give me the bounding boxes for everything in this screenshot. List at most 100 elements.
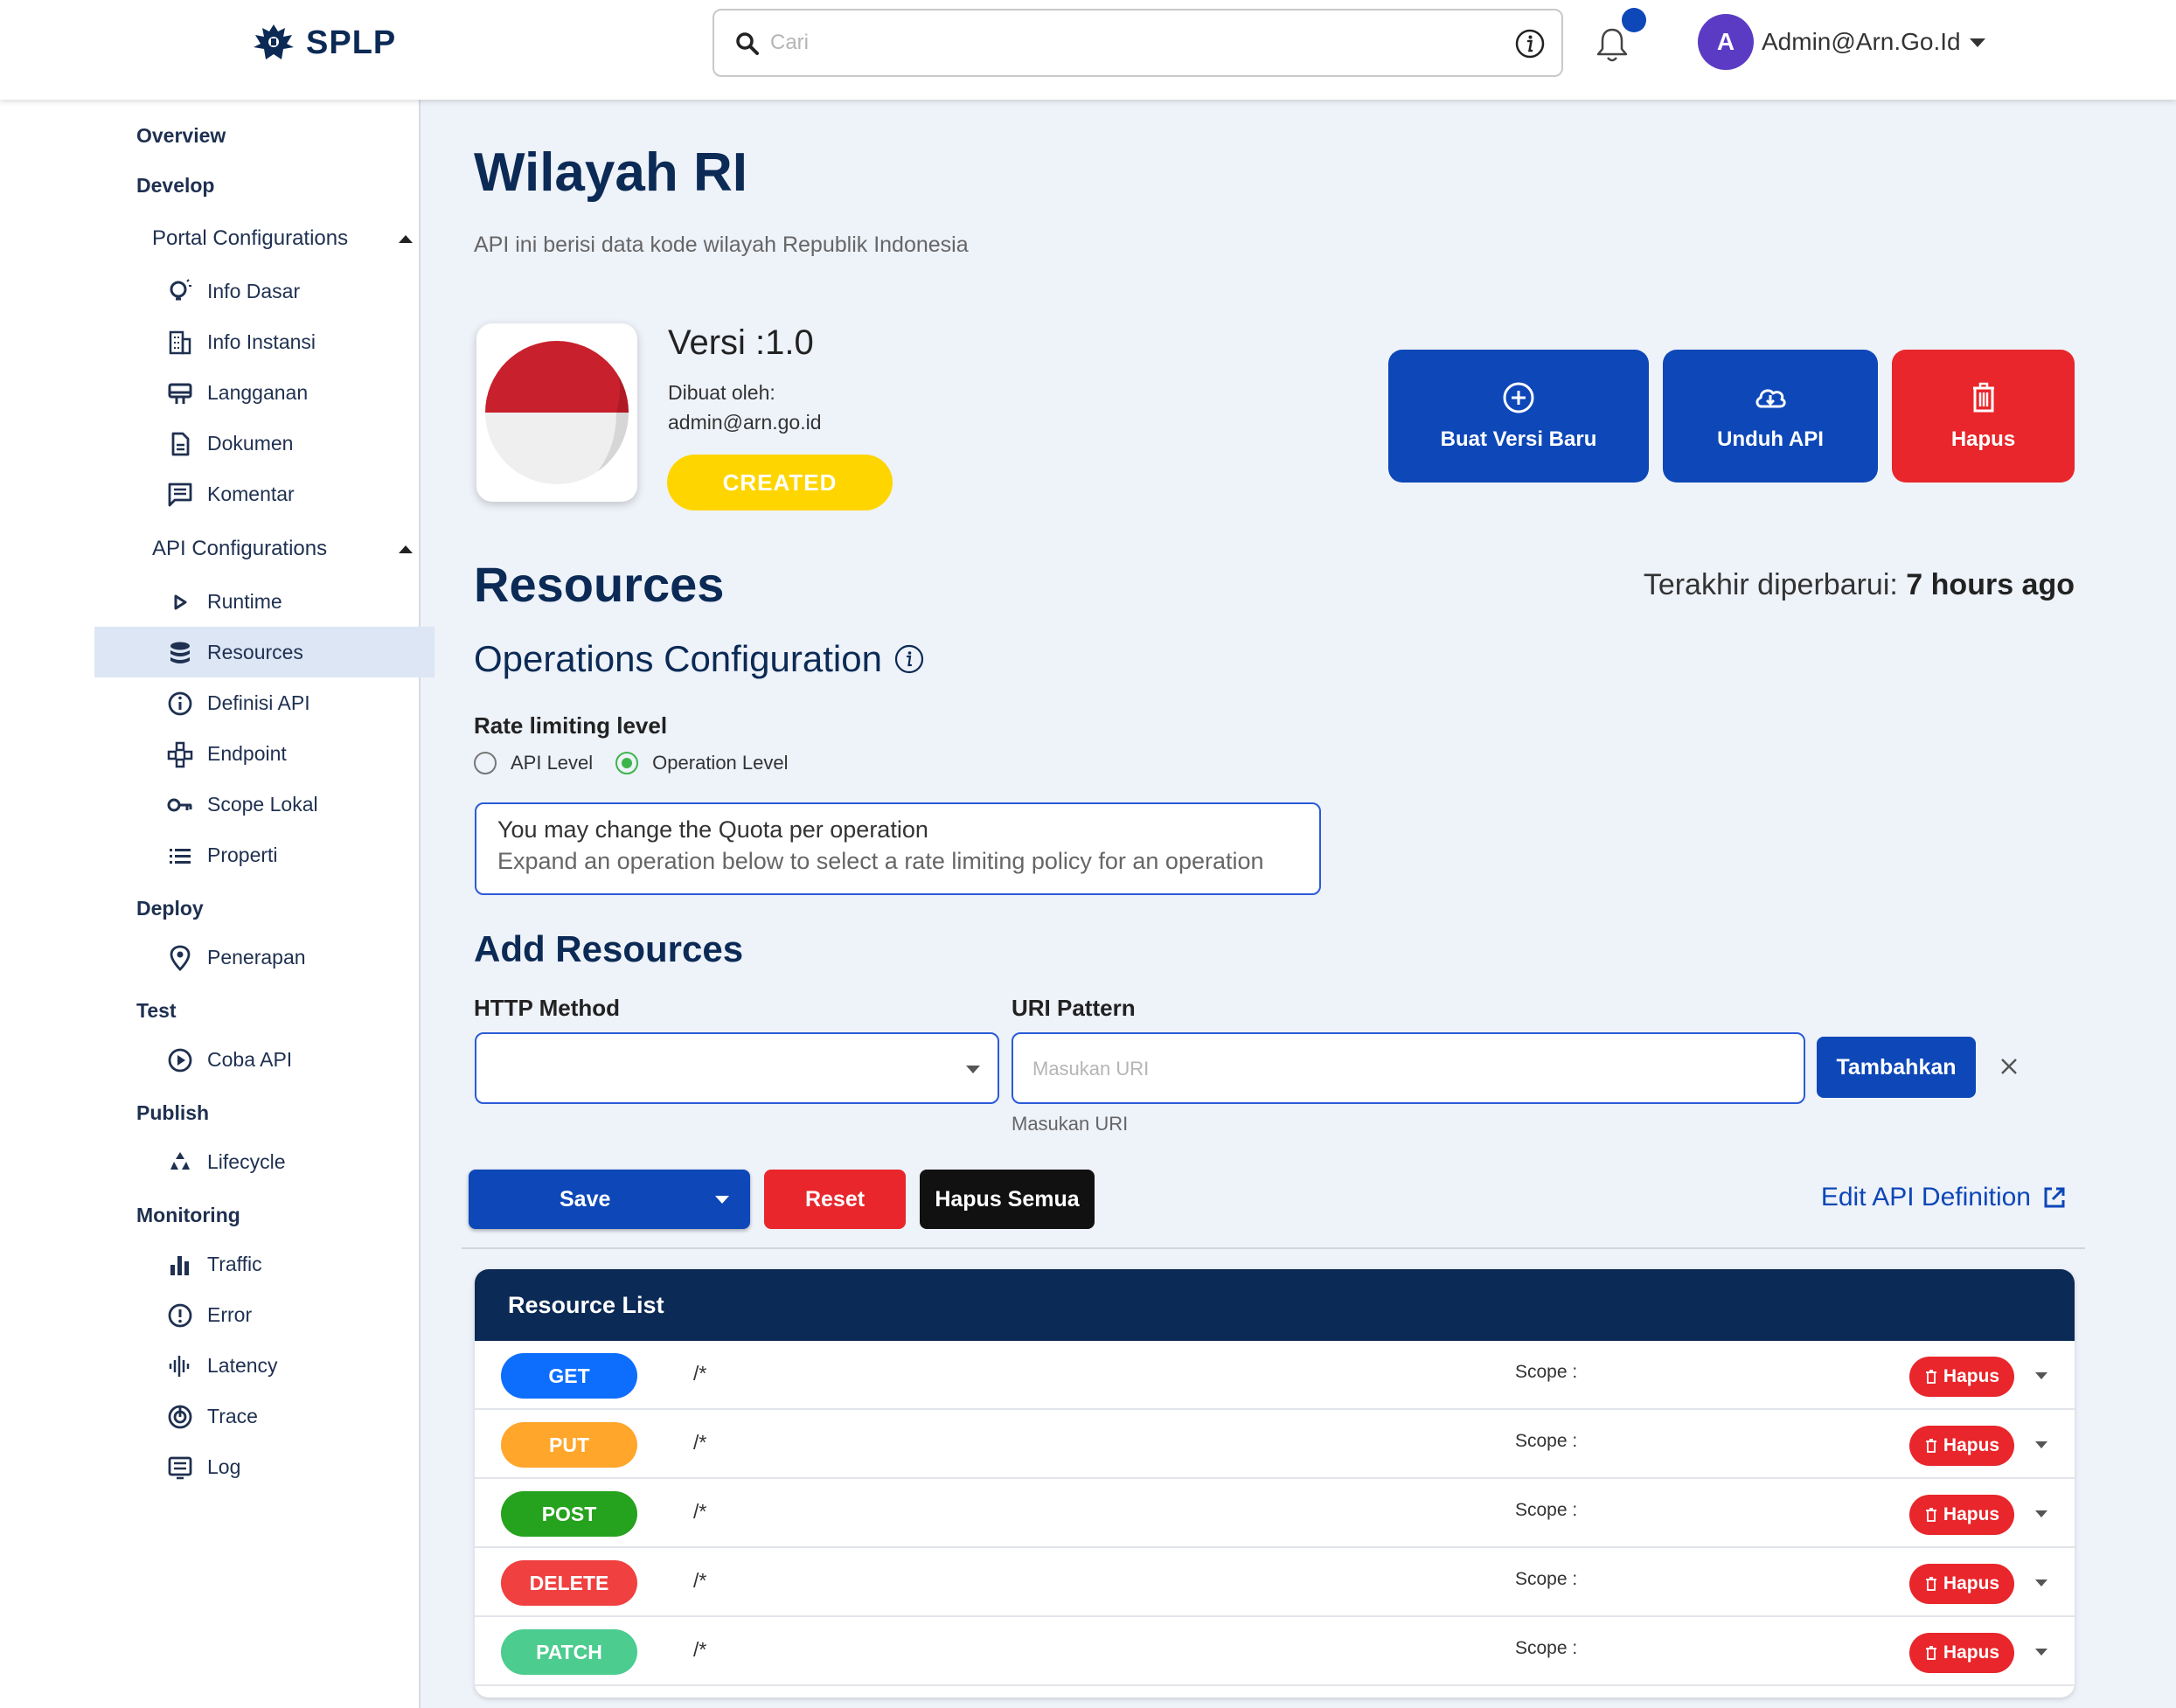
- info-icon[interactable]: [893, 642, 926, 676]
- sidebar-item-lifecycle[interactable]: Lifecycle: [94, 1136, 435, 1187]
- garuda-emblem-icon: [254, 24, 294, 59]
- sidebar-item-label: Definisi API: [207, 691, 310, 714]
- create-new-version-button[interactable]: Buat Versi Baru: [1388, 350, 1649, 483]
- chevron-down-icon[interactable]: [2035, 1580, 2047, 1586]
- sidebar-item-coba-api[interactable]: Coba API: [94, 1034, 435, 1085]
- log-icon: [168, 1456, 192, 1480]
- chevron-down-icon[interactable]: [2035, 1441, 2047, 1448]
- operations-configuration-label: Operations Configuration: [474, 638, 882, 679]
- sidebar-item-latency[interactable]: Latency: [94, 1340, 435, 1391]
- sidebar-item-komentar[interactable]: Komentar: [94, 469, 435, 519]
- error-icon: [168, 1303, 192, 1328]
- chevron-down-icon[interactable]: [715, 1196, 729, 1204]
- sidebar-item-error[interactable]: Error: [94, 1289, 435, 1340]
- chevron-down-icon[interactable]: [2035, 1372, 2047, 1379]
- add-resource-button[interactable]: Tambahkan: [1817, 1037, 1976, 1098]
- table-row[interactable]: PUT /* Scope : Hapus: [475, 1410, 2075, 1479]
- resource-scope: Scope :: [1515, 1431, 1578, 1451]
- sidebar-item-trace[interactable]: Trace: [94, 1391, 435, 1441]
- search-icon: [736, 32, 759, 55]
- sidebar-item-runtime[interactable]: Runtime: [94, 576, 435, 627]
- table-row[interactable]: POST /* Scope : Hapus: [475, 1479, 2075, 1548]
- save-button[interactable]: Save: [469, 1170, 750, 1229]
- uri-pattern-field[interactable]: [1012, 1032, 1805, 1104]
- operation-level-label[interactable]: Operation Level: [652, 752, 788, 774]
- sidebar-item-langganan[interactable]: Langganan: [94, 367, 435, 418]
- uri-pattern-input[interactable]: [1032, 1050, 1784, 1088]
- button-label: Hapus: [1943, 1642, 2000, 1663]
- indonesia-flag-icon: [485, 341, 629, 484]
- resource-scope: Scope :: [1515, 1638, 1578, 1658]
- chevron-up-icon[interactable]: [399, 235, 413, 243]
- sidebar-item-label: Lifecycle: [207, 1150, 286, 1173]
- sidebar-item-resources[interactable]: Resources: [94, 627, 435, 677]
- table-row[interactable]: DELETE /* Scope : Hapus: [475, 1548, 2075, 1617]
- bar-chart-icon: [170, 1256, 189, 1275]
- sidebar-item-scope-lokal[interactable]: Scope Lokal: [94, 779, 435, 830]
- resource-list: Resource List GET /* Scope : Hapus PUT /…: [475, 1269, 2075, 1698]
- button-label: Hapus: [1943, 1504, 2000, 1524]
- user-name[interactable]: Admin@Arn.Go.Id: [1762, 28, 1961, 56]
- chevron-down-icon[interactable]: [1970, 38, 1985, 47]
- sidebar-item-overview[interactable]: Overview: [136, 124, 226, 148]
- sidebar-item-dokumen[interactable]: Dokumen: [94, 418, 435, 469]
- resource-path: /*: [693, 1500, 707, 1523]
- sidebar-item-penerapan[interactable]: Penerapan: [94, 932, 435, 982]
- chevron-down-icon[interactable]: [2035, 1649, 2047, 1656]
- recycle-icon: [170, 1152, 190, 1170]
- sidebar-section-portal-configurations[interactable]: Portal Configurations: [152, 226, 413, 251]
- avatar[interactable]: A: [1698, 14, 1754, 70]
- http-method-select[interactable]: [475, 1032, 999, 1104]
- sidebar-item-label: Penerapan: [207, 946, 306, 969]
- play-icon: [174, 594, 187, 610]
- operation-level-radio[interactable]: [615, 752, 639, 774]
- sidebar-item-traffic[interactable]: Traffic: [94, 1239, 435, 1289]
- button-label: Hapus: [1943, 1435, 2000, 1455]
- sidebar-section-api-configurations[interactable]: API Configurations: [152, 537, 413, 561]
- sidebar-item-label: Coba API: [207, 1048, 293, 1071]
- last-updated-value: 7 hours ago: [1906, 568, 2075, 601]
- search-input[interactable]: [770, 23, 1470, 63]
- api-level-label[interactable]: API Level: [511, 752, 593, 774]
- sidebar-item-properti[interactable]: Properti: [94, 830, 435, 880]
- table-row[interactable]: GET /* Scope : Hapus: [475, 1341, 2075, 1410]
- info-icon[interactable]: [1514, 28, 1546, 59]
- api-level-radio[interactable]: [474, 752, 497, 774]
- chevron-down-icon[interactable]: [966, 1066, 980, 1073]
- chevron-down-icon[interactable]: [2035, 1510, 2047, 1517]
- download-api-button[interactable]: Unduh API: [1663, 350, 1878, 483]
- table-row[interactable]: PATCH /* Scope : Hapus: [475, 1617, 2075, 1686]
- sidebar-item-definisi-api[interactable]: Definisi API: [94, 677, 435, 728]
- sidebar-item-endpoint[interactable]: Endpoint: [94, 728, 435, 779]
- sidebar-item-log[interactable]: Log: [94, 1441, 435, 1492]
- search-bar[interactable]: [713, 9, 1563, 77]
- rate-limiting-label: Rate limiting level: [474, 712, 668, 739]
- play-circle-icon: [168, 1048, 192, 1073]
- button-label: Buat Versi Baru: [1440, 427, 1597, 451]
- database-icon: [170, 642, 190, 663]
- method-badge-post: POST: [501, 1491, 637, 1537]
- resource-path: /*: [693, 1362, 707, 1385]
- reset-button[interactable]: Reset: [764, 1170, 906, 1229]
- resource-list-title: Resource List: [508, 1292, 664, 1318]
- delete-api-button[interactable]: Hapus: [1892, 350, 2075, 483]
- edit-api-definition-link[interactable]: Edit API Definition: [1821, 1183, 2068, 1212]
- delete-resource-button[interactable]: Hapus: [1909, 1426, 2014, 1466]
- notification-bell-icon[interactable]: [1594, 24, 1630, 65]
- delete-resource-button[interactable]: Hapus: [1909, 1564, 2014, 1604]
- delete-resource-button[interactable]: Hapus: [1909, 1357, 2014, 1397]
- chevron-up-icon[interactable]: [399, 545, 413, 553]
- delete-all-button[interactable]: Hapus Semua: [920, 1170, 1095, 1229]
- http-method-label: HTTP Method: [474, 995, 621, 1021]
- close-icon[interactable]: [1995, 1052, 2023, 1080]
- sidebar-item-info-instansi[interactable]: Info Instansi: [94, 316, 435, 367]
- delete-resource-button[interactable]: Hapus: [1909, 1633, 2014, 1673]
- delete-resource-button[interactable]: Hapus: [1909, 1495, 2014, 1535]
- trash-icon: [1925, 1508, 1936, 1522]
- sidebar-item-info-dasar[interactable]: Info Dasar: [94, 266, 435, 316]
- left-gutter: [0, 0, 16, 1708]
- sidebar-section-label: API Configurations: [152, 537, 328, 560]
- page-title: Wilayah RI: [474, 142, 747, 203]
- brand-logo[interactable]: SPLP: [250, 21, 396, 65]
- sidebar-group-publish: Publish: [136, 1101, 210, 1124]
